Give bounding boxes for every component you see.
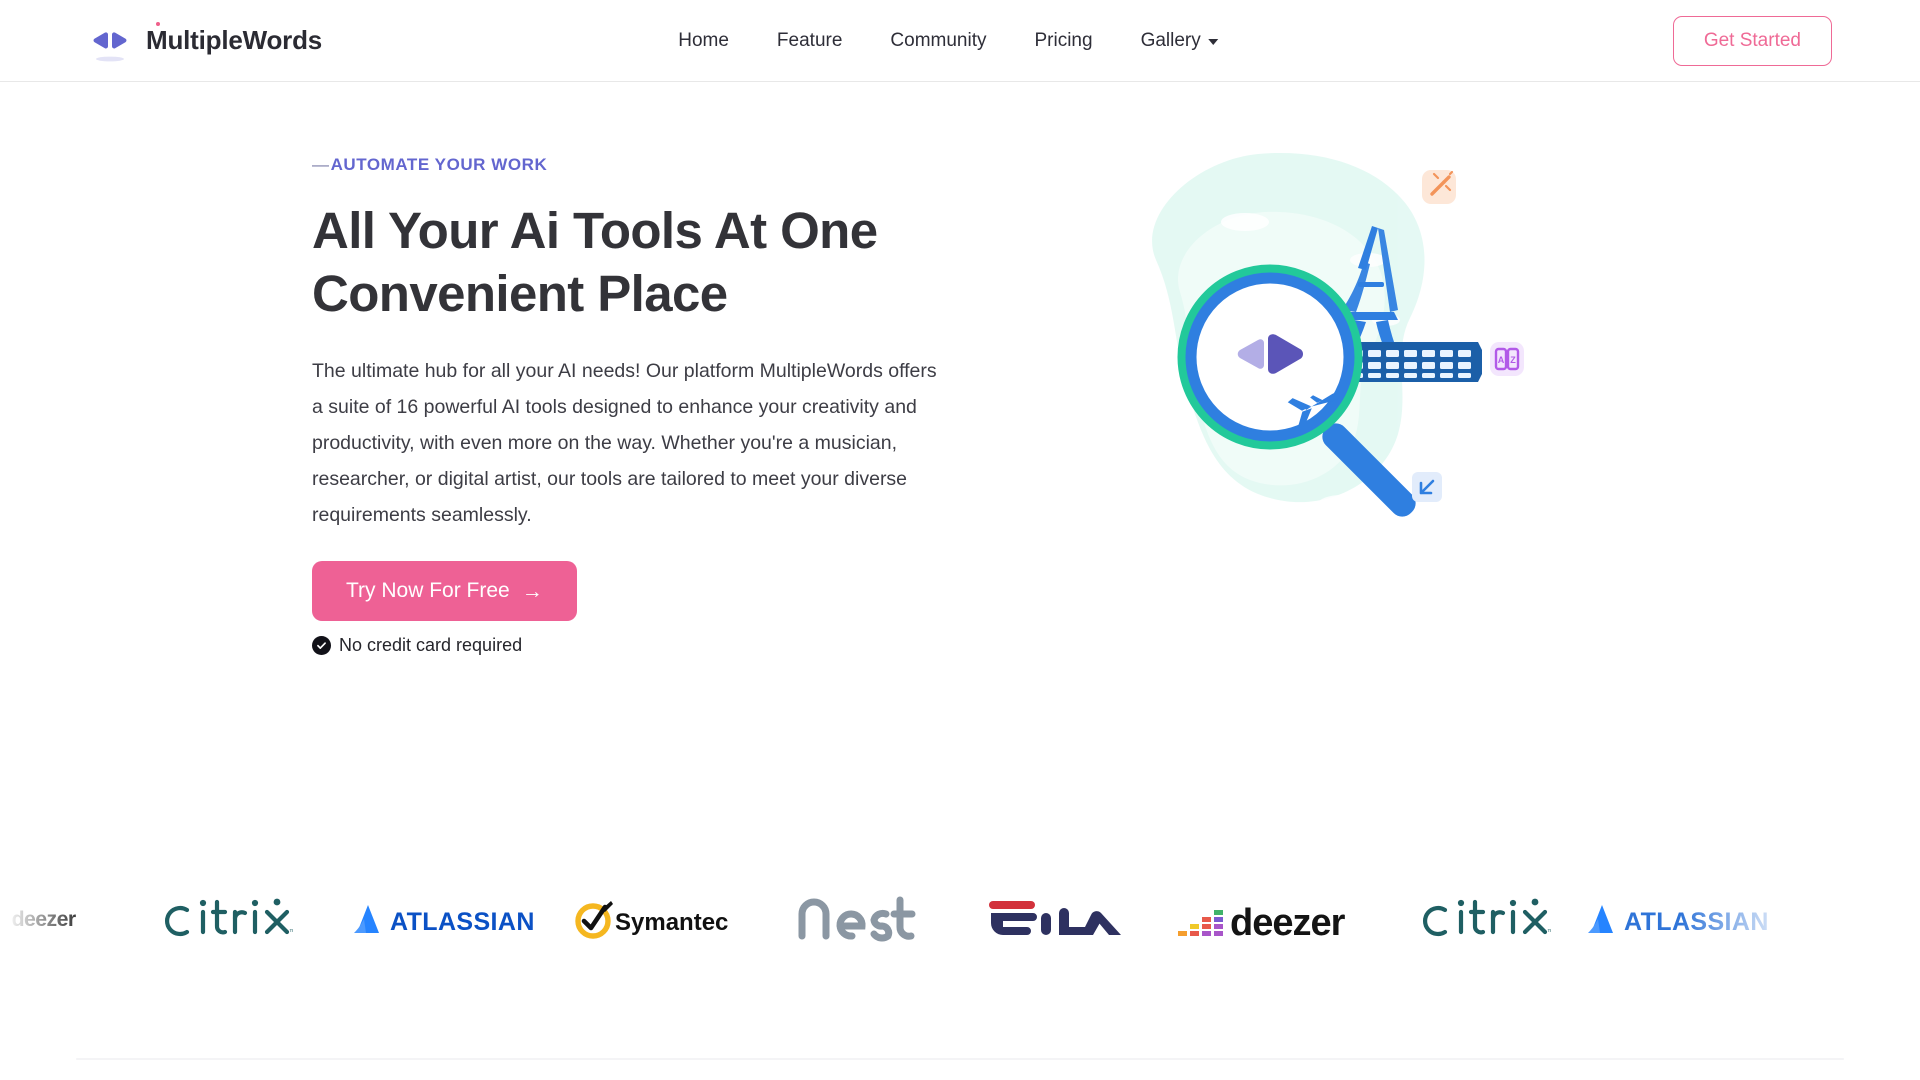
nav-item-gallery[interactable]: Gallery [1117,30,1242,52]
logo-deezer: deezer [0,860,118,980]
section-divider [76,1058,1844,1060]
logo-symantec: Symantec [556,860,756,980]
nav-item-label: Home [678,29,729,51]
hero-copy: —AUTOMATE YOUR WORK All Your Ai Tools At… [312,155,962,656]
svg-text:deezer: deezer [1230,902,1346,944]
logo-atlassian: ATLASSIAN [1586,860,1816,980]
site-header: MultipleWords Home Feature Community Pri… [0,0,1920,82]
no-credit-card-note: No credit card required [312,635,962,656]
logo-nest [756,860,956,980]
logo-atlassian: ATLASSIAN [338,860,556,980]
logo-fila [956,860,1156,980]
nav-item-feature[interactable]: Feature [753,30,866,52]
chevron-down-icon [1207,38,1218,45]
arrow-right-icon: → [521,579,543,603]
nav-item-label: Community [890,29,987,51]
no-credit-card-label: No credit card required [339,635,523,656]
nav-item-pricing[interactable]: Pricing [1010,30,1116,52]
svg-text:A: A [1498,355,1505,365]
hero-eyebrow: —AUTOMATE YOUR WORK [312,155,962,175]
nav-item-label: Feature [776,29,843,51]
logo-deezer: deezer [1156,860,1386,980]
nav-item-label: Pricing [1034,29,1093,51]
brand-logo[interactable]: MultipleWords [88,19,322,63]
brand-accent-dot [156,21,160,26]
svg-text:Symantec: Symantec [615,909,728,936]
svg-text:™: ™ [289,929,293,936]
svg-text:™: ™ [1547,929,1551,936]
logo-citrix: ™ [1386,860,1586,980]
main-navigation: Home Feature Community Pricing Gallery [678,30,1242,52]
hero-eyebrow-dash: — [312,155,330,174]
hero-section: —AUTOMATE YOUR WORK All Your Ai Tools At… [0,82,1920,882]
nav-item-home[interactable]: Home [678,30,753,52]
try-now-for-free-button[interactable]: Try Now For Free → [312,561,577,622]
hero-eyebrow-label: AUTOMATE YOUR WORK [330,155,548,174]
magnifying-glass-travel-illustration: A Z [1110,142,1530,562]
brand-name: MultipleWords [146,25,323,55]
cta-label: Try Now For Free [346,579,510,603]
nav-item-label: Gallery [1140,29,1201,51]
svg-text:Z: Z [1510,355,1516,365]
partner-logos-marquee: deezer ™ [0,860,1920,980]
svg-text:ATLASSIAN: ATLASSIAN [390,908,535,936]
bowtie-logo-icon [88,19,132,63]
hero-description: The ultimate hub for all your AI needs! … [312,360,937,527]
page-title: All Your Ai Tools At One Convenient Plac… [312,202,878,323]
get-started-button[interactable]: Get Started [1672,15,1832,66]
check-circle-icon [312,636,331,656]
logo-citrix: ™ [118,860,338,980]
nav-item-community[interactable]: Community [866,30,1010,52]
